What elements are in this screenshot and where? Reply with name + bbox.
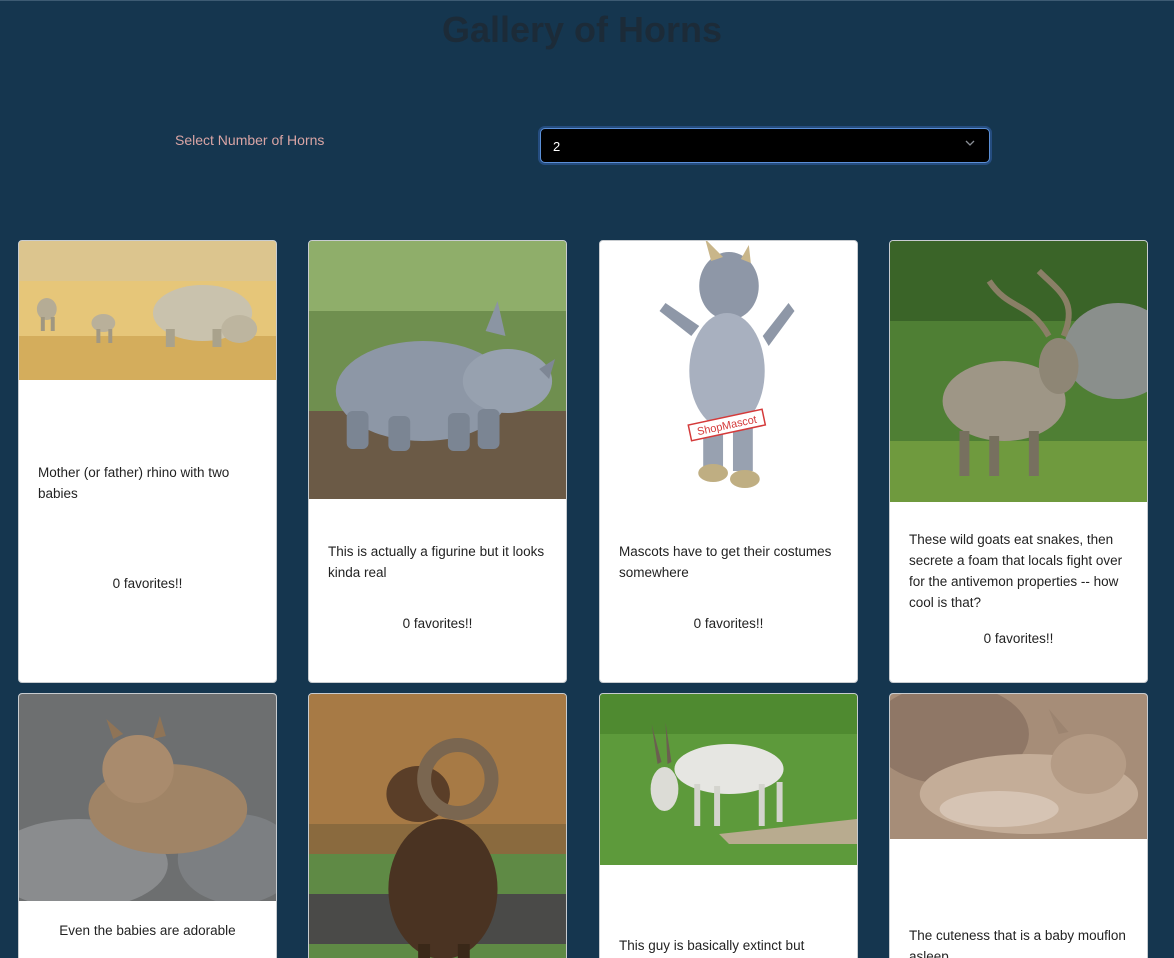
gallery-card[interactable]: This is actually a figurine but it looks… — [308, 240, 567, 683]
card-description: This guy is basically extinct but — [619, 938, 805, 953]
gallery-page: Gallery of Horns Select Number of Horns … — [0, 0, 1174, 958]
favorites-count: 0 favorites!! — [693, 616, 764, 631]
gallery-card[interactable] — [308, 693, 567, 958]
gallery-card[interactable]: These wild goats eat snakes, then secret… — [889, 240, 1148, 683]
markhor-goat-image — [890, 241, 1147, 502]
rhino-figurine-image — [309, 241, 566, 499]
gallery-card[interactable]: Mother (or father) rhino with two babies… — [18, 240, 277, 683]
horn-count-select[interactable]: 2 — [540, 128, 990, 163]
horn-count-selected-value: 2 — [553, 139, 561, 154]
baby-goat-image — [19, 694, 276, 901]
addax-antelope-image — [600, 694, 857, 865]
chevron-down-icon — [965, 140, 975, 146]
card-description: This is actually a figurine but it looks… — [328, 544, 545, 580]
rhino-family-image — [19, 241, 276, 380]
gallery-card[interactable]: ShopMascot Mascots have to get their cos… — [599, 240, 858, 683]
card-description: Mascots have to get their costumes somew… — [619, 544, 832, 580]
favorites-count: 0 favorites!! — [112, 576, 183, 591]
rhino-mascot-image: ShopMascot — [600, 241, 857, 499]
card-description: Mother (or father) rhino with two babies — [38, 465, 230, 501]
card-description: Even the babies are adorable — [59, 923, 236, 938]
mouflon-ram-image — [309, 694, 566, 958]
gallery-card[interactable]: Even the babies are adorable — [18, 693, 277, 958]
baby-mouflon-image — [890, 694, 1147, 839]
favorites-count: 0 favorites!! — [983, 631, 1054, 646]
card-description: These wild goats eat snakes, then secret… — [909, 532, 1123, 610]
horn-count-label: Select Number of Horns — [175, 132, 325, 148]
gallery-card[interactable]: This guy is basically extinct but — [599, 693, 858, 958]
page-title: Gallery of Horns — [441, 9, 723, 50]
card-description: The cuteness that is a baby mouflon asle… — [909, 928, 1126, 958]
gallery-card[interactable]: The cuteness that is a baby mouflon asle… — [889, 693, 1148, 958]
favorites-count: 0 favorites!! — [402, 616, 473, 631]
